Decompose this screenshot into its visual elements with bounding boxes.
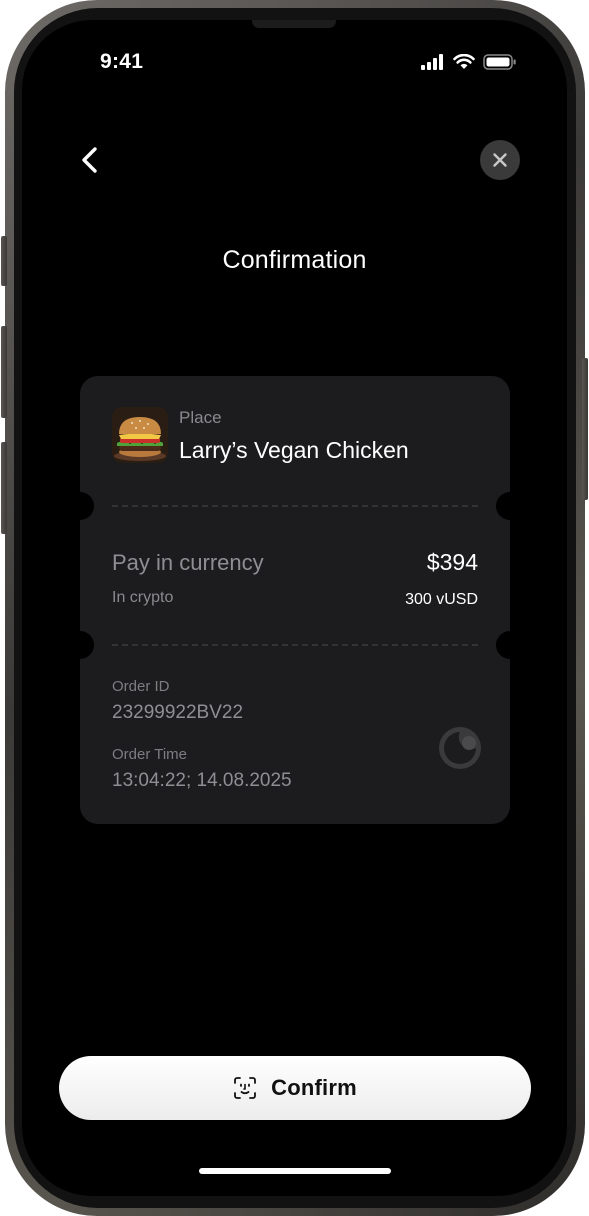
status-icons [421, 54, 517, 70]
back-button[interactable] [72, 142, 108, 178]
brand-logo-icon [439, 727, 481, 769]
volume-down-button [1, 442, 7, 534]
pay-currency-value: $394 [426, 549, 478, 575]
page-title: Confirmation [222, 246, 367, 274]
card-notch-left-top [66, 492, 94, 520]
battery-icon [483, 54, 516, 70]
wifi-icon [453, 54, 475, 69]
home-indicator[interactable] [199, 1168, 391, 1174]
power-button [582, 358, 588, 500]
pay-currency-label: Pay in currency [112, 550, 264, 575]
speaker-grille [252, 20, 336, 28]
order-time-label: Order Time [112, 746, 188, 763]
confirm-label: Confirm [271, 1075, 357, 1100]
chevron-left-icon [82, 147, 97, 173]
close-button[interactable] [480, 140, 520, 180]
crypto-label: In crypto [112, 589, 174, 606]
confirm-button[interactable]: Confirm [59, 1056, 531, 1120]
place-thumbnail [112, 407, 168, 463]
card-divider-bottom [112, 644, 478, 646]
card-notch-right-bottom [496, 631, 524, 659]
crypto-value: 300 vUSD [405, 591, 478, 608]
card-notch-left-bottom [66, 631, 94, 659]
place-name: Larry’s Vegan Chicken [179, 437, 409, 463]
order-time-value: 13:04:22; 14.08.2025 [112, 770, 292, 791]
action-button [1, 236, 7, 286]
card-notch-right-top [496, 492, 524, 520]
order-id-value: 23299922BV22 [112, 702, 244, 723]
status-time: 9:41 [100, 50, 144, 73]
order-id-label: Order ID [112, 678, 170, 695]
cellular-signal-icon [421, 54, 443, 70]
place-label: Place [179, 408, 222, 427]
volume-up-button [1, 326, 7, 418]
close-icon [493, 153, 507, 167]
face-id-icon [234, 1077, 257, 1099]
burger-icon [112, 407, 168, 463]
order-summary-card: Place Larry’s Vegan Chicken Pay in curre… [66, 376, 524, 824]
card-divider-top [112, 505, 478, 507]
phone-screen: 9:41 Confirmation Place Larry’s Vegan Ch… [22, 20, 567, 1196]
